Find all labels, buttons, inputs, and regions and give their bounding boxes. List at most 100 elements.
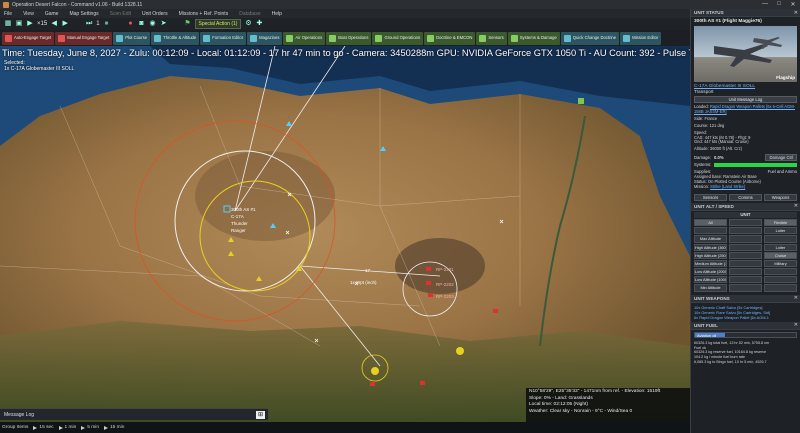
map-canvas[interactable]: 300th AS #1 C-17A Thunder Ranger RP-2201… [0,46,690,422]
target-icon[interactable]: ✚ [255,20,263,28]
alt-cell[interactable] [729,218,762,227]
step-15min-button[interactable]: 15 min [104,425,124,430]
step-15sec-button[interactable]: 15 sec [33,425,54,430]
alt-cell[interactable] [729,243,762,251]
manual-engage-button[interactable]: Manual Engage Target [55,31,113,45]
close-icon[interactable]: ✕ [794,10,798,16]
menu-missions[interactable]: Missions + Ref. Points [179,11,229,17]
message-log-bar[interactable]: Message Log ⊞ [0,408,268,420]
step-5min-button[interactable]: 5 min [81,425,99,430]
menu-unit-orders[interactable]: Unit Orders [142,11,168,17]
expand-icon[interactable]: ⊞ [256,410,265,419]
wrench-icon[interactable]: ⚙ [244,20,252,28]
alt-cell[interactable] [729,259,762,268]
play-icon[interactable]: ▶ [26,20,34,28]
hostile-marker[interactable] [370,382,375,386]
menu-help[interactable]: Help [272,11,282,17]
maximize-button[interactable]: □ [772,1,786,8]
mission-link[interactable]: Strike (Land Strike) [710,184,745,189]
boat-operations-button[interactable]: Boat Operations [326,31,372,45]
grid-icon[interactable]: ▦ [4,20,12,28]
menu-game[interactable]: Game [45,11,59,17]
base-icon[interactable] [456,347,464,355]
alt-cell[interactable] [729,276,762,284]
menu-scen-edit[interactable]: Scen Edit [110,11,131,17]
unit-message-log-button[interactable]: Unit Message Log [694,96,797,103]
lock-icon[interactable]: ▣ [15,20,23,28]
ground-operations-button[interactable]: Ground Operations [372,31,424,45]
alt-cell[interactable] [764,235,797,243]
high-altitude-36000-button[interactable]: High Altitude (36000 ft) [694,243,727,251]
minimize-button[interactable]: — [758,1,772,8]
sensors-button[interactable]: Sensors [476,31,507,45]
alt-cell[interactable] [729,251,762,259]
goto-icon[interactable]: ➤ [160,20,168,28]
formation-editor-button[interactable]: Formation Editor [200,31,247,45]
record-icon[interactable]: ● [127,20,135,28]
quick-doctrine-button[interactable]: Quick Change Doctrine [560,31,620,45]
alt-cell[interactable] [764,284,797,292]
special-action-button[interactable]: Special Action (1) [194,19,242,29]
close-icon[interactable]: ✕ [794,322,798,328]
hostile-marker[interactable] [428,293,433,297]
systems-damage-button[interactable]: Systems & Damage [507,31,560,45]
damage-control-button[interactable]: Damage Ctrl [765,154,797,162]
snap-icon[interactable]: ◉ [149,20,157,28]
loaded-link[interactable]: Rapid Dragon Weapon Pallets [6x 6-Cell A… [694,104,795,114]
unit-type-link[interactable]: C-17A Globemaster III SOLL [691,82,800,89]
speed-military-button[interactable]: Military [764,259,797,268]
alt-all-button[interactable]: All [694,218,727,227]
alt-cell[interactable] [694,227,727,235]
weapon-item[interactable]: 6x Rapid Dragon Weapon Pallet [6x AGM-1 [691,315,800,320]
alt-cell[interactable] [764,276,797,284]
max-altitude-button[interactable]: Max Altitude [694,235,727,243]
menu-database[interactable]: Database [239,11,260,17]
doctrine-emcon-button[interactable]: Doctrine & EMCON [424,31,476,45]
speed-loiter-button[interactable]: Loiter [764,227,797,235]
group-items-label[interactable]: Group Items [2,425,28,430]
alt-cell[interactable] [729,235,762,243]
base-icon[interactable] [371,367,379,375]
speed-flexible-button[interactable]: Flexible [764,218,797,227]
time-compression[interactable]: ×15 [37,21,47,27]
plot-course-button[interactable]: Plot Course [113,31,151,45]
tab-comms[interactable]: Comms [729,193,762,201]
hostile-marker[interactable] [426,281,431,285]
close-button[interactable]: ✕ [786,1,800,8]
flag-icon[interactable]: ⚑ [184,20,192,28]
base-icon[interactable] [578,98,584,104]
medium-altitude-button[interactable]: Medium Altitude (12000 [694,259,727,268]
tab-weapons[interactable]: Weapons [764,193,797,201]
pause-icon[interactable]: ⏸ [103,20,111,28]
menu-file[interactable]: File [4,11,12,17]
tab-sensors[interactable]: Sensors [694,193,727,201]
min-altitude-button[interactable]: Min Altitude [694,284,727,292]
menu-view[interactable]: View [23,11,34,17]
auto-engage-button[interactable]: Auto-Engage Target [2,31,55,45]
slower-icon[interactable]: ◀ [50,20,58,28]
step-1min-button[interactable]: 1 min [58,425,76,430]
air-operations-button[interactable]: Air Operations [283,31,326,45]
alt-cell[interactable] [764,268,797,276]
high-altitude-25000-button[interactable]: High Altitude (25000 ft) [694,251,727,259]
alt-cell[interactable] [729,284,762,292]
low-altitude-2000-button[interactable]: Low Altitude (2000 ft) [694,268,727,276]
throttle-altitude-button[interactable]: Throttle & Altitude [151,31,200,45]
menu-map-settings[interactable]: Map Settings [69,11,98,17]
hostile-marker[interactable] [426,267,431,271]
map-view[interactable]: 300th AS #1 C-17A Thunder Ranger RP-2201… [0,46,690,422]
speed-cruise-button[interactable]: Cruise [764,251,797,259]
low-altitude-1000-button[interactable]: Low Altitude (1000 ft) [694,276,727,284]
alt-cell[interactable] [729,268,762,276]
step-icon[interactable]: ⏭ [85,20,93,28]
close-icon[interactable]: ✕ [794,295,798,301]
faster-icon[interactable]: ▶ [61,20,69,28]
alt-cell[interactable] [729,227,762,235]
mission-editor-button[interactable]: Mission Editor [620,31,662,45]
hostile-marker[interactable] [420,381,425,385]
magazines-button[interactable]: Magazines [247,31,283,45]
camera-icon[interactable]: ◙ [138,20,146,28]
hostile-marker[interactable] [493,309,498,313]
speed-loiter-button[interactable]: Loiter [764,243,797,251]
close-icon[interactable]: ✕ [794,203,798,209]
